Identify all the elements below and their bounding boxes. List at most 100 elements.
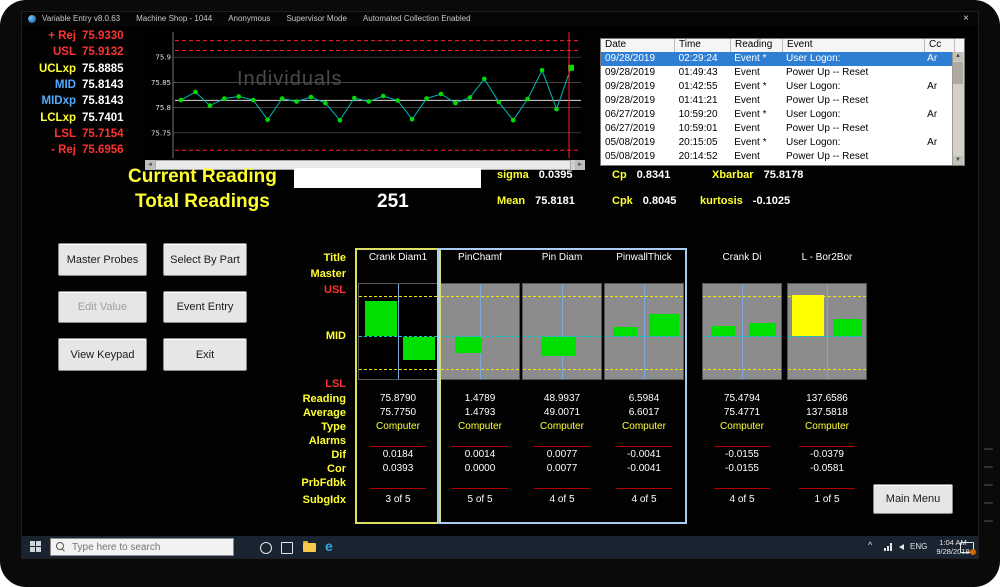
start-button[interactable]	[30, 541, 41, 552]
action-center-icon[interactable]	[960, 542, 976, 555]
channel-cor: 0.0393	[382, 463, 414, 474]
event-cell: Event	[734, 67, 760, 78]
event-cell	[923, 66, 953, 80]
channel-bar-chart[interactable]	[702, 283, 782, 380]
limit-value: 75.9330	[82, 30, 124, 43]
event-row[interactable]: 09/28/2019 01:49:43 Event Power Up -- Reset	[601, 66, 953, 80]
event-cell	[923, 150, 953, 164]
channel-alarms-line	[799, 446, 855, 447]
channel-title: Crank Di	[722, 252, 762, 263]
scroll-right-icon[interactable]: ►	[575, 160, 585, 170]
gauge-vline-line	[398, 284, 399, 379]
limit-row: LSL 75.7154	[28, 126, 148, 142]
event-cell	[923, 94, 953, 108]
channel-type: Computer	[458, 421, 502, 432]
title-segment: Automated Collection Enabled	[362, 14, 471, 23]
taskbar-search[interactable]	[50, 538, 234, 556]
scroll-down-icon[interactable]: ▼	[953, 156, 963, 165]
view-keypad-button[interactable]: View Keypad	[58, 338, 147, 371]
event-cell: Ar	[927, 109, 938, 120]
task-view-icon[interactable]	[281, 542, 293, 554]
network-icon[interactable]	[884, 543, 892, 551]
channel-type: Computer	[540, 421, 584, 432]
event-cell: User Logon:	[785, 81, 841, 92]
gauge-bar	[833, 319, 862, 336]
event-row[interactable]: 06/27/2019 10:59:20 Event * User Logon: Ar	[601, 108, 953, 122]
gauge-row-label: PrbFdbk	[301, 477, 346, 489]
edit-value-button[interactable]: Edit Value	[58, 291, 147, 323]
search-input[interactable]	[70, 540, 224, 554]
select-by-part-button[interactable]: Select By Part	[163, 243, 247, 276]
current-reading-input[interactable]	[294, 168, 481, 188]
channel-bar-chart[interactable]	[604, 283, 684, 380]
scroll-up-icon[interactable]: ▲	[953, 52, 963, 61]
close-button[interactable]: ×	[959, 12, 973, 26]
channel-bar-chart[interactable]	[787, 283, 867, 380]
event-cell: 02:29:24	[678, 53, 718, 64]
cortana-icon[interactable]	[260, 542, 272, 554]
channel-cor: -0.0155	[725, 463, 759, 474]
channel-bar-chart[interactable]	[440, 283, 520, 380]
stat-xbarbar: Xbarbar 75.8178	[712, 169, 803, 181]
channel-bar-chart[interactable]	[358, 283, 438, 380]
limit-label: LSL	[54, 127, 76, 140]
event-cell: Event	[734, 151, 760, 162]
channel-dif: -0.0041	[627, 449, 661, 460]
channel-average: 6.6017	[628, 407, 660, 418]
channel-bar-chart[interactable]	[522, 283, 602, 380]
total-readings-label: Total Readings	[135, 191, 270, 212]
gauge-bar	[649, 314, 679, 336]
gauge-bar	[613, 327, 637, 336]
event-cell: Event *	[734, 81, 767, 92]
channel-alarms-line	[452, 446, 508, 447]
event-entry-button[interactable]: Event Entry	[163, 291, 247, 323]
gauge-row-label: Average	[302, 407, 346, 419]
stat-kurtosis: kurtosis -0.1025	[700, 195, 790, 207]
event-cell: 01:49:43	[678, 67, 718, 78]
language-indicator[interactable]: ENG	[910, 542, 927, 551]
event-log-scrollbar[interactable]: ▲ ▼	[952, 52, 964, 165]
volume-icon[interactable]	[899, 544, 904, 550]
channel-title: PinChamf	[458, 252, 502, 263]
main-menu-button[interactable]: Main Menu	[873, 484, 953, 514]
svg-text:75.75: 75.75	[151, 129, 171, 137]
screen: Variable Entry v8.0.63 Machine Shop - 104…	[22, 12, 978, 558]
channel-title: Crank Diam1	[368, 252, 428, 263]
individuals-chart[interactable]: 75.9 75.85 75.8 75.75 Individuals	[145, 32, 585, 161]
col-header-reading[interactable]: Reading	[731, 39, 783, 52]
event-row[interactable]: 09/28/2019 01:42:55 Event * User Logon: Ar	[601, 80, 953, 94]
channel-prbfdbk-line	[714, 488, 770, 489]
gauge-row-label: Title	[323, 252, 346, 264]
event-row[interactable]: 05/08/2019 20:14:52 Event Power Up -- Reset	[601, 150, 953, 164]
limit-label: + Rej	[48, 30, 76, 43]
gauge-row-label: MID	[325, 330, 346, 342]
bezel-button	[984, 448, 993, 450]
channel-subgidx: 4 of 5	[729, 494, 755, 505]
event-cell: 20:15:05	[678, 137, 718, 148]
svg-text:75.8: 75.8	[155, 104, 171, 112]
gauge-row-label: SubgIdx	[302, 494, 346, 506]
event-row[interactable]: 09/28/2019 01:41:21 Event Power Up -- Reset	[601, 94, 953, 108]
col-header-date[interactable]: Date	[601, 39, 675, 52]
event-row[interactable]: 06/27/2019 10:59:01 Event Power Up -- Reset	[601, 122, 953, 136]
col-header-event[interactable]: Event	[783, 39, 925, 52]
stat-value: 75.8181	[535, 195, 575, 207]
tray-expand-icon[interactable]: ^	[868, 540, 872, 550]
bezel-button	[984, 502, 993, 504]
event-cell: 06/27/2019	[605, 109, 656, 120]
channel-reading: 137.6586	[806, 393, 848, 404]
gauge-row-label: Dif	[331, 449, 346, 461]
edge-icon[interactable]: e	[325, 538, 333, 554]
file-explorer-icon[interactable]	[303, 541, 316, 552]
col-header-time[interactable]: Time	[675, 39, 731, 52]
channel-prbfdbk-line	[799, 488, 855, 489]
exit-button[interactable]: Exit	[163, 338, 247, 371]
channel-alarms-line	[616, 446, 672, 447]
master-probes-button[interactable]: Master Probes	[58, 243, 147, 276]
event-row[interactable]: 05/08/2019 20:15:05 Event * User Logon: Ar	[601, 136, 953, 150]
scrollbar-thumb[interactable]	[953, 62, 963, 84]
col-header-cc[interactable]: Cc	[925, 39, 955, 52]
gauge-row-label: USL	[324, 284, 346, 296]
gauge-bar	[792, 295, 824, 336]
event-row[interactable]: 09/28/2019 02:29:24 Event * User Logon: Ar	[601, 52, 953, 66]
